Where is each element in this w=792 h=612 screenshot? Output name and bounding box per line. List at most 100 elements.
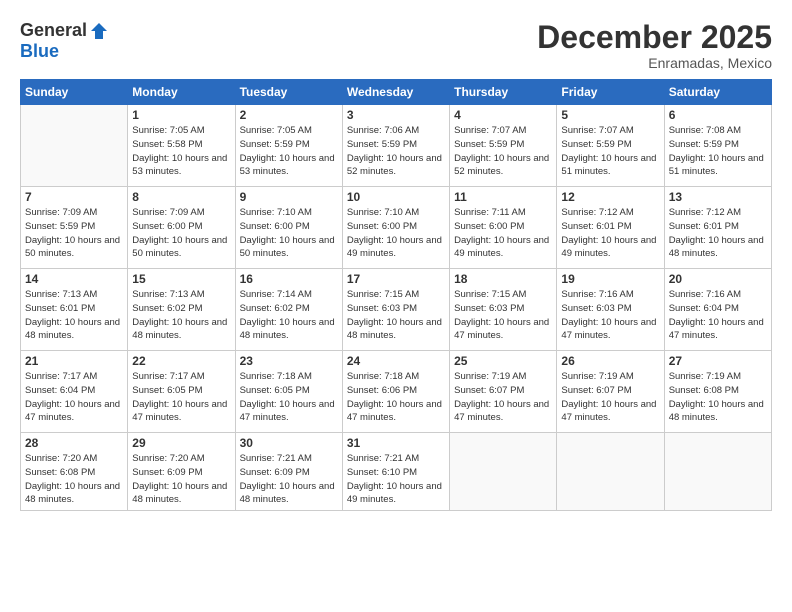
- calendar-cell: 27Sunrise: 7:19 AMSunset: 6:08 PMDayligh…: [664, 351, 771, 433]
- calendar-cell: 23 Sunrise: 7:18 AMSunset: 6:05 PMDayligh…: [235, 351, 342, 433]
- calendar-cell: [664, 433, 771, 511]
- day-number: 9: [240, 190, 338, 204]
- day-number: 22: [132, 354, 230, 368]
- day-info: Sunrise: 7:16 AMSunset: 6:03 PMDaylight:…: [561, 288, 659, 343]
- day-number: 27: [669, 354, 767, 368]
- day-number: 3: [347, 108, 445, 122]
- day-info: Sunrise: 7:15 AMSunset: 6:03 PMDaylight:…: [454, 288, 552, 343]
- day-info: Sunrise: 7:19 AMSunset: 6:07 PMDaylight:…: [561, 370, 659, 425]
- calendar-week-row: 1 Sunrise: 7:05 AMSunset: 5:58 PMDaylight…: [21, 105, 772, 187]
- logo-icon: [89, 21, 109, 41]
- calendar-cell: 21 Sunrise: 7:17 AMSunset: 6:04 PMDayligh…: [21, 351, 128, 433]
- title-block: December 2025 Enramadas, Mexico: [537, 20, 772, 71]
- day-number: 18: [454, 272, 552, 286]
- day-number: 14: [25, 272, 123, 286]
- day-number: 29: [132, 436, 230, 450]
- day-number: 8: [132, 190, 230, 204]
- calendar-cell: 17 Sunrise: 7:15 AMSunset: 6:03 PMDayligh…: [342, 269, 449, 351]
- day-info: Sunrise: 7:20 AMSunset: 6:08 PMDaylight:…: [25, 452, 123, 507]
- calendar-week-row: 21 Sunrise: 7:17 AMSunset: 6:04 PMDayligh…: [21, 351, 772, 433]
- calendar-cell: 13Sunrise: 7:12 AMSunset: 6:01 PMDayligh…: [664, 187, 771, 269]
- day-number: 23: [240, 354, 338, 368]
- day-number: 1: [132, 108, 230, 122]
- day-number: 4: [454, 108, 552, 122]
- calendar-cell: 16 Sunrise: 7:14 AMSunset: 6:02 PMDayligh…: [235, 269, 342, 351]
- day-info: Sunrise: 7:09 AMSunset: 6:00 PMDaylight:…: [132, 206, 230, 261]
- day-info: Sunrise: 7:14 AMSunset: 6:02 PMDaylight:…: [240, 288, 338, 343]
- day-number: 11: [454, 190, 552, 204]
- day-info: Sunrise: 7:07 AMSunset: 5:59 PMDaylight:…: [561, 124, 659, 179]
- month-title: December 2025: [537, 20, 772, 55]
- day-info: Sunrise: 7:17 AMSunset: 6:04 PMDaylight:…: [25, 370, 123, 425]
- calendar: SundayMondayTuesdayWednesdayThursdayFrid…: [20, 79, 772, 511]
- calendar-cell: 19 Sunrise: 7:16 AMSunset: 6:03 PMDayligh…: [557, 269, 664, 351]
- calendar-cell: 29 Sunrise: 7:20 AMSunset: 6:09 PMDayligh…: [128, 433, 235, 511]
- weekday-header-wednesday: Wednesday: [342, 80, 449, 105]
- day-info: Sunrise: 7:11 AMSunset: 6:00 PMDaylight:…: [454, 206, 552, 261]
- day-info: Sunrise: 7:05 AMSunset: 5:59 PMDaylight:…: [240, 124, 338, 179]
- day-info: Sunrise: 7:17 AMSunset: 6:05 PMDaylight:…: [132, 370, 230, 425]
- day-info: Sunrise: 7:09 AMSunset: 5:59 PMDaylight:…: [25, 206, 123, 261]
- day-info: Sunrise: 7:07 AMSunset: 5:59 PMDaylight:…: [454, 124, 552, 179]
- calendar-cell: 10Sunrise: 7:10 AMSunset: 6:00 PMDayligh…: [342, 187, 449, 269]
- calendar-cell: 31 Sunrise: 7:21 AMSunset: 6:10 PMDayligh…: [342, 433, 449, 511]
- calendar-cell: 2 Sunrise: 7:05 AMSunset: 5:59 PMDaylight…: [235, 105, 342, 187]
- day-info: Sunrise: 7:12 AMSunset: 6:01 PMDaylight:…: [669, 206, 767, 261]
- day-number: 2: [240, 108, 338, 122]
- calendar-week-row: 14Sunrise: 7:13 AMSunset: 6:01 PMDayligh…: [21, 269, 772, 351]
- calendar-cell: 4 Sunrise: 7:07 AMSunset: 5:59 PMDaylight…: [450, 105, 557, 187]
- calendar-cell: 14Sunrise: 7:13 AMSunset: 6:01 PMDayligh…: [21, 269, 128, 351]
- header: General Blue December 2025 Enramadas, Me…: [20, 20, 772, 71]
- day-number: 19: [561, 272, 659, 286]
- day-number: 17: [347, 272, 445, 286]
- day-number: 5: [561, 108, 659, 122]
- day-number: 7: [25, 190, 123, 204]
- calendar-cell: 30 Sunrise: 7:21 AMSunset: 6:09 PMDayligh…: [235, 433, 342, 511]
- day-number: 25: [454, 354, 552, 368]
- day-number: 26: [561, 354, 659, 368]
- calendar-cell: 15 Sunrise: 7:13 AMSunset: 6:02 PMDayligh…: [128, 269, 235, 351]
- logo: General Blue: [20, 20, 109, 62]
- day-info: Sunrise: 7:20 AMSunset: 6:09 PMDaylight:…: [132, 452, 230, 507]
- day-info: Sunrise: 7:21 AMSunset: 6:09 PMDaylight:…: [240, 452, 338, 507]
- calendar-week-row: 7 Sunrise: 7:09 AMSunset: 5:59 PMDaylight…: [21, 187, 772, 269]
- day-number: 10: [347, 190, 445, 204]
- weekday-header-sunday: Sunday: [21, 80, 128, 105]
- calendar-cell: 6 Sunrise: 7:08 AMSunset: 5:59 PMDaylight…: [664, 105, 771, 187]
- day-info: Sunrise: 7:18 AMSunset: 6:05 PMDaylight:…: [240, 370, 338, 425]
- calendar-cell: 1 Sunrise: 7:05 AMSunset: 5:58 PMDaylight…: [128, 105, 235, 187]
- logo-general-text: General: [20, 20, 87, 41]
- day-info: Sunrise: 7:16 AMSunset: 6:04 PMDaylight:…: [669, 288, 767, 343]
- page: General Blue December 2025 Enramadas, Me…: [0, 0, 792, 612]
- day-number: 6: [669, 108, 767, 122]
- calendar-cell: 5 Sunrise: 7:07 AMSunset: 5:59 PMDaylight…: [557, 105, 664, 187]
- day-number: 21: [25, 354, 123, 368]
- calendar-cell: 18 Sunrise: 7:15 AMSunset: 6:03 PMDayligh…: [450, 269, 557, 351]
- day-info: Sunrise: 7:10 AMSunset: 6:00 PMDaylight:…: [240, 206, 338, 261]
- day-info: Sunrise: 7:19 AMSunset: 6:07 PMDaylight:…: [454, 370, 552, 425]
- calendar-cell: [450, 433, 557, 511]
- calendar-cell: 3 Sunrise: 7:06 AMSunset: 5:59 PMDaylight…: [342, 105, 449, 187]
- calendar-cell: 26 Sunrise: 7:19 AMSunset: 6:07 PMDayligh…: [557, 351, 664, 433]
- day-info: Sunrise: 7:06 AMSunset: 5:59 PMDaylight:…: [347, 124, 445, 179]
- weekday-header-tuesday: Tuesday: [235, 80, 342, 105]
- weekday-header-saturday: Saturday: [664, 80, 771, 105]
- day-number: 24: [347, 354, 445, 368]
- calendar-cell: 24 Sunrise: 7:18 AMSunset: 6:06 PMDayligh…: [342, 351, 449, 433]
- day-info: Sunrise: 7:18 AMSunset: 6:06 PMDaylight:…: [347, 370, 445, 425]
- location: Enramadas, Mexico: [537, 55, 772, 71]
- day-number: 31: [347, 436, 445, 450]
- calendar-cell: 9 Sunrise: 7:10 AMSunset: 6:00 PMDaylight…: [235, 187, 342, 269]
- day-info: Sunrise: 7:21 AMSunset: 6:10 PMDaylight:…: [347, 452, 445, 507]
- calendar-week-row: 28Sunrise: 7:20 AMSunset: 6:08 PMDayligh…: [21, 433, 772, 511]
- calendar-cell: [557, 433, 664, 511]
- day-info: Sunrise: 7:15 AMSunset: 6:03 PMDaylight:…: [347, 288, 445, 343]
- day-info: Sunrise: 7:13 AMSunset: 6:02 PMDaylight:…: [132, 288, 230, 343]
- day-info: Sunrise: 7:08 AMSunset: 5:59 PMDaylight:…: [669, 124, 767, 179]
- calendar-cell: 12Sunrise: 7:12 AMSunset: 6:01 PMDayligh…: [557, 187, 664, 269]
- day-number: 30: [240, 436, 338, 450]
- day-number: 15: [132, 272, 230, 286]
- weekday-header-thursday: Thursday: [450, 80, 557, 105]
- day-number: 16: [240, 272, 338, 286]
- day-info: Sunrise: 7:05 AMSunset: 5:58 PMDaylight:…: [132, 124, 230, 179]
